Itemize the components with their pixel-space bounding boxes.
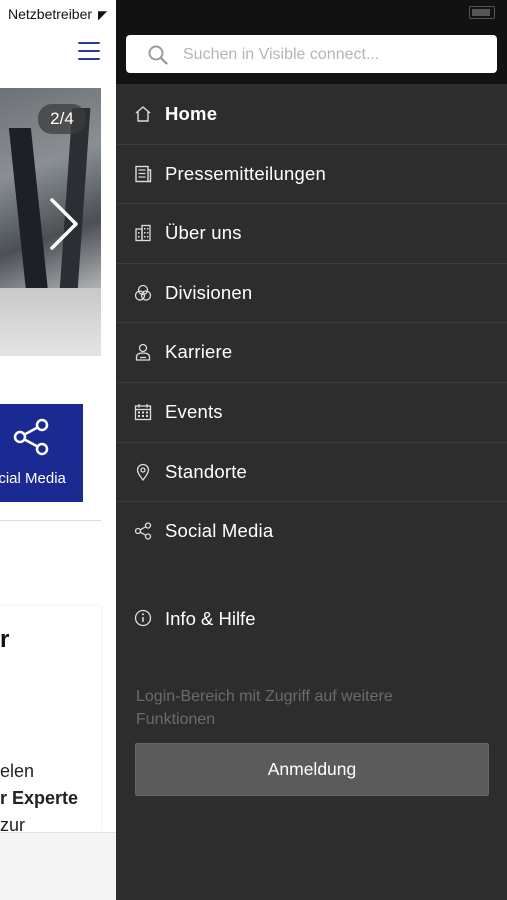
menu-item-label: Info & Hilfe xyxy=(165,608,256,629)
menu-item-label: Karriere xyxy=(165,341,233,363)
person-icon xyxy=(135,344,151,362)
menu-item-label: Pressemitteilungen xyxy=(165,162,326,184)
carrier-name: Netzbetreiber xyxy=(8,6,93,22)
card-text-line: elen xyxy=(0,761,35,781)
status-bar: Netzbetreiber ◤ xyxy=(8,6,107,22)
divider xyxy=(0,520,101,521)
wifi-icon: ◤ xyxy=(97,8,108,22)
card-text: elen r Experte zur xyxy=(0,758,78,839)
menu-item-pressemitteilungen[interactable]: Pressemitteilungen xyxy=(116,145,507,205)
search-input[interactable] xyxy=(181,35,490,75)
bottom-bar xyxy=(0,832,116,900)
home-icon xyxy=(135,106,151,122)
menu-toggle-button[interactable] xyxy=(78,42,100,60)
menu-item-divisionen[interactable]: Divisionen xyxy=(116,264,507,324)
card-heading: r xyxy=(0,626,10,653)
social-media-tile[interactable]: Social Media xyxy=(0,404,83,502)
menu-item-karriere[interactable]: Karriere xyxy=(116,323,507,383)
drawer-menu: Home Pressemitteilungen Über uns Divisio… xyxy=(116,85,507,561)
menu-item-home[interactable]: Home xyxy=(116,85,507,145)
menu-item-label: Social Media xyxy=(165,520,274,542)
location-pin-icon xyxy=(136,463,150,481)
carousel-page-indicator: 2/4 xyxy=(38,104,86,134)
search-box[interactable] xyxy=(126,35,497,75)
menu-item-ueber-uns[interactable]: Über uns xyxy=(116,204,507,264)
menu-item-info-hilfe[interactable]: Info & Hilfe xyxy=(116,590,507,648)
main-page: Netzbetreiber ◤ 2/4 Social Media r elen … xyxy=(0,0,116,900)
drawer-header xyxy=(116,0,507,84)
menu-item-label: Home xyxy=(165,103,218,124)
chevron-right-icon[interactable] xyxy=(46,196,82,252)
share-icon xyxy=(13,418,49,456)
menu-item-label: Über uns xyxy=(165,222,242,244)
social-media-tile-label: Social Media xyxy=(0,470,66,487)
building-icon xyxy=(135,225,151,242)
menu-item-label: Standorte xyxy=(165,460,248,482)
calendar-icon xyxy=(134,403,152,421)
navigation-drawer: Home Pressemitteilungen Über un xyxy=(116,0,507,900)
menu-item-standorte[interactable]: Standorte xyxy=(116,443,507,503)
menu-item-social-media[interactable]: Social Media xyxy=(116,502,507,561)
search-icon xyxy=(148,45,168,65)
menu-item-label: Divisionen xyxy=(165,281,253,303)
newspaper-icon xyxy=(135,165,152,182)
battery-icon xyxy=(469,6,495,19)
info-icon xyxy=(134,609,152,627)
menu-item-label: Events xyxy=(165,400,223,422)
divisions-icon xyxy=(134,284,152,301)
share-icon xyxy=(134,522,152,540)
card-text-line: r Experte xyxy=(0,788,79,808)
login-button[interactable]: Anmeldung xyxy=(135,743,489,796)
menu-item-events[interactable]: Events xyxy=(116,383,507,443)
login-description: Login-Bereich mit Zugriff auf weitere Fu… xyxy=(136,688,393,728)
